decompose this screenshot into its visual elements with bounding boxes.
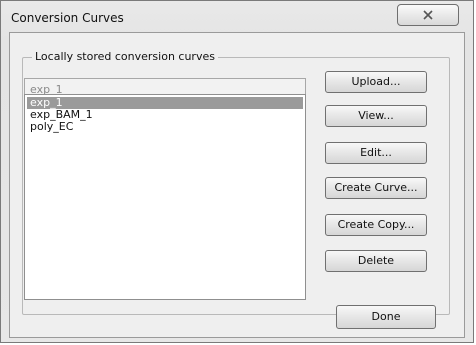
window-title: Conversion Curves xyxy=(11,11,124,25)
close-x-icon xyxy=(423,10,433,20)
list-item[interactable]: poly_EC xyxy=(27,121,303,133)
delete-button[interactable]: Delete xyxy=(325,250,427,272)
dialog-window: Conversion Curves Locally stored convers… xyxy=(0,0,474,343)
create-copy-button[interactable]: Create Copy... xyxy=(325,214,427,236)
create-curve-button[interactable]: Create Curve... xyxy=(325,177,427,199)
view-button[interactable]: View... xyxy=(325,105,427,127)
dialog-client-area: Locally stored conversion curves exp_1 e… xyxy=(9,32,465,338)
upload-button[interactable]: Upload... xyxy=(325,71,427,93)
close-button[interactable] xyxy=(397,4,459,26)
done-button[interactable]: Done xyxy=(336,305,436,329)
curves-listbox[interactable]: exp_1 exp_BAM_1 poly_EC xyxy=(24,94,306,300)
groupbox-label: Locally stored conversion curves xyxy=(32,50,218,63)
edit-button[interactable]: Edit... xyxy=(325,142,427,164)
